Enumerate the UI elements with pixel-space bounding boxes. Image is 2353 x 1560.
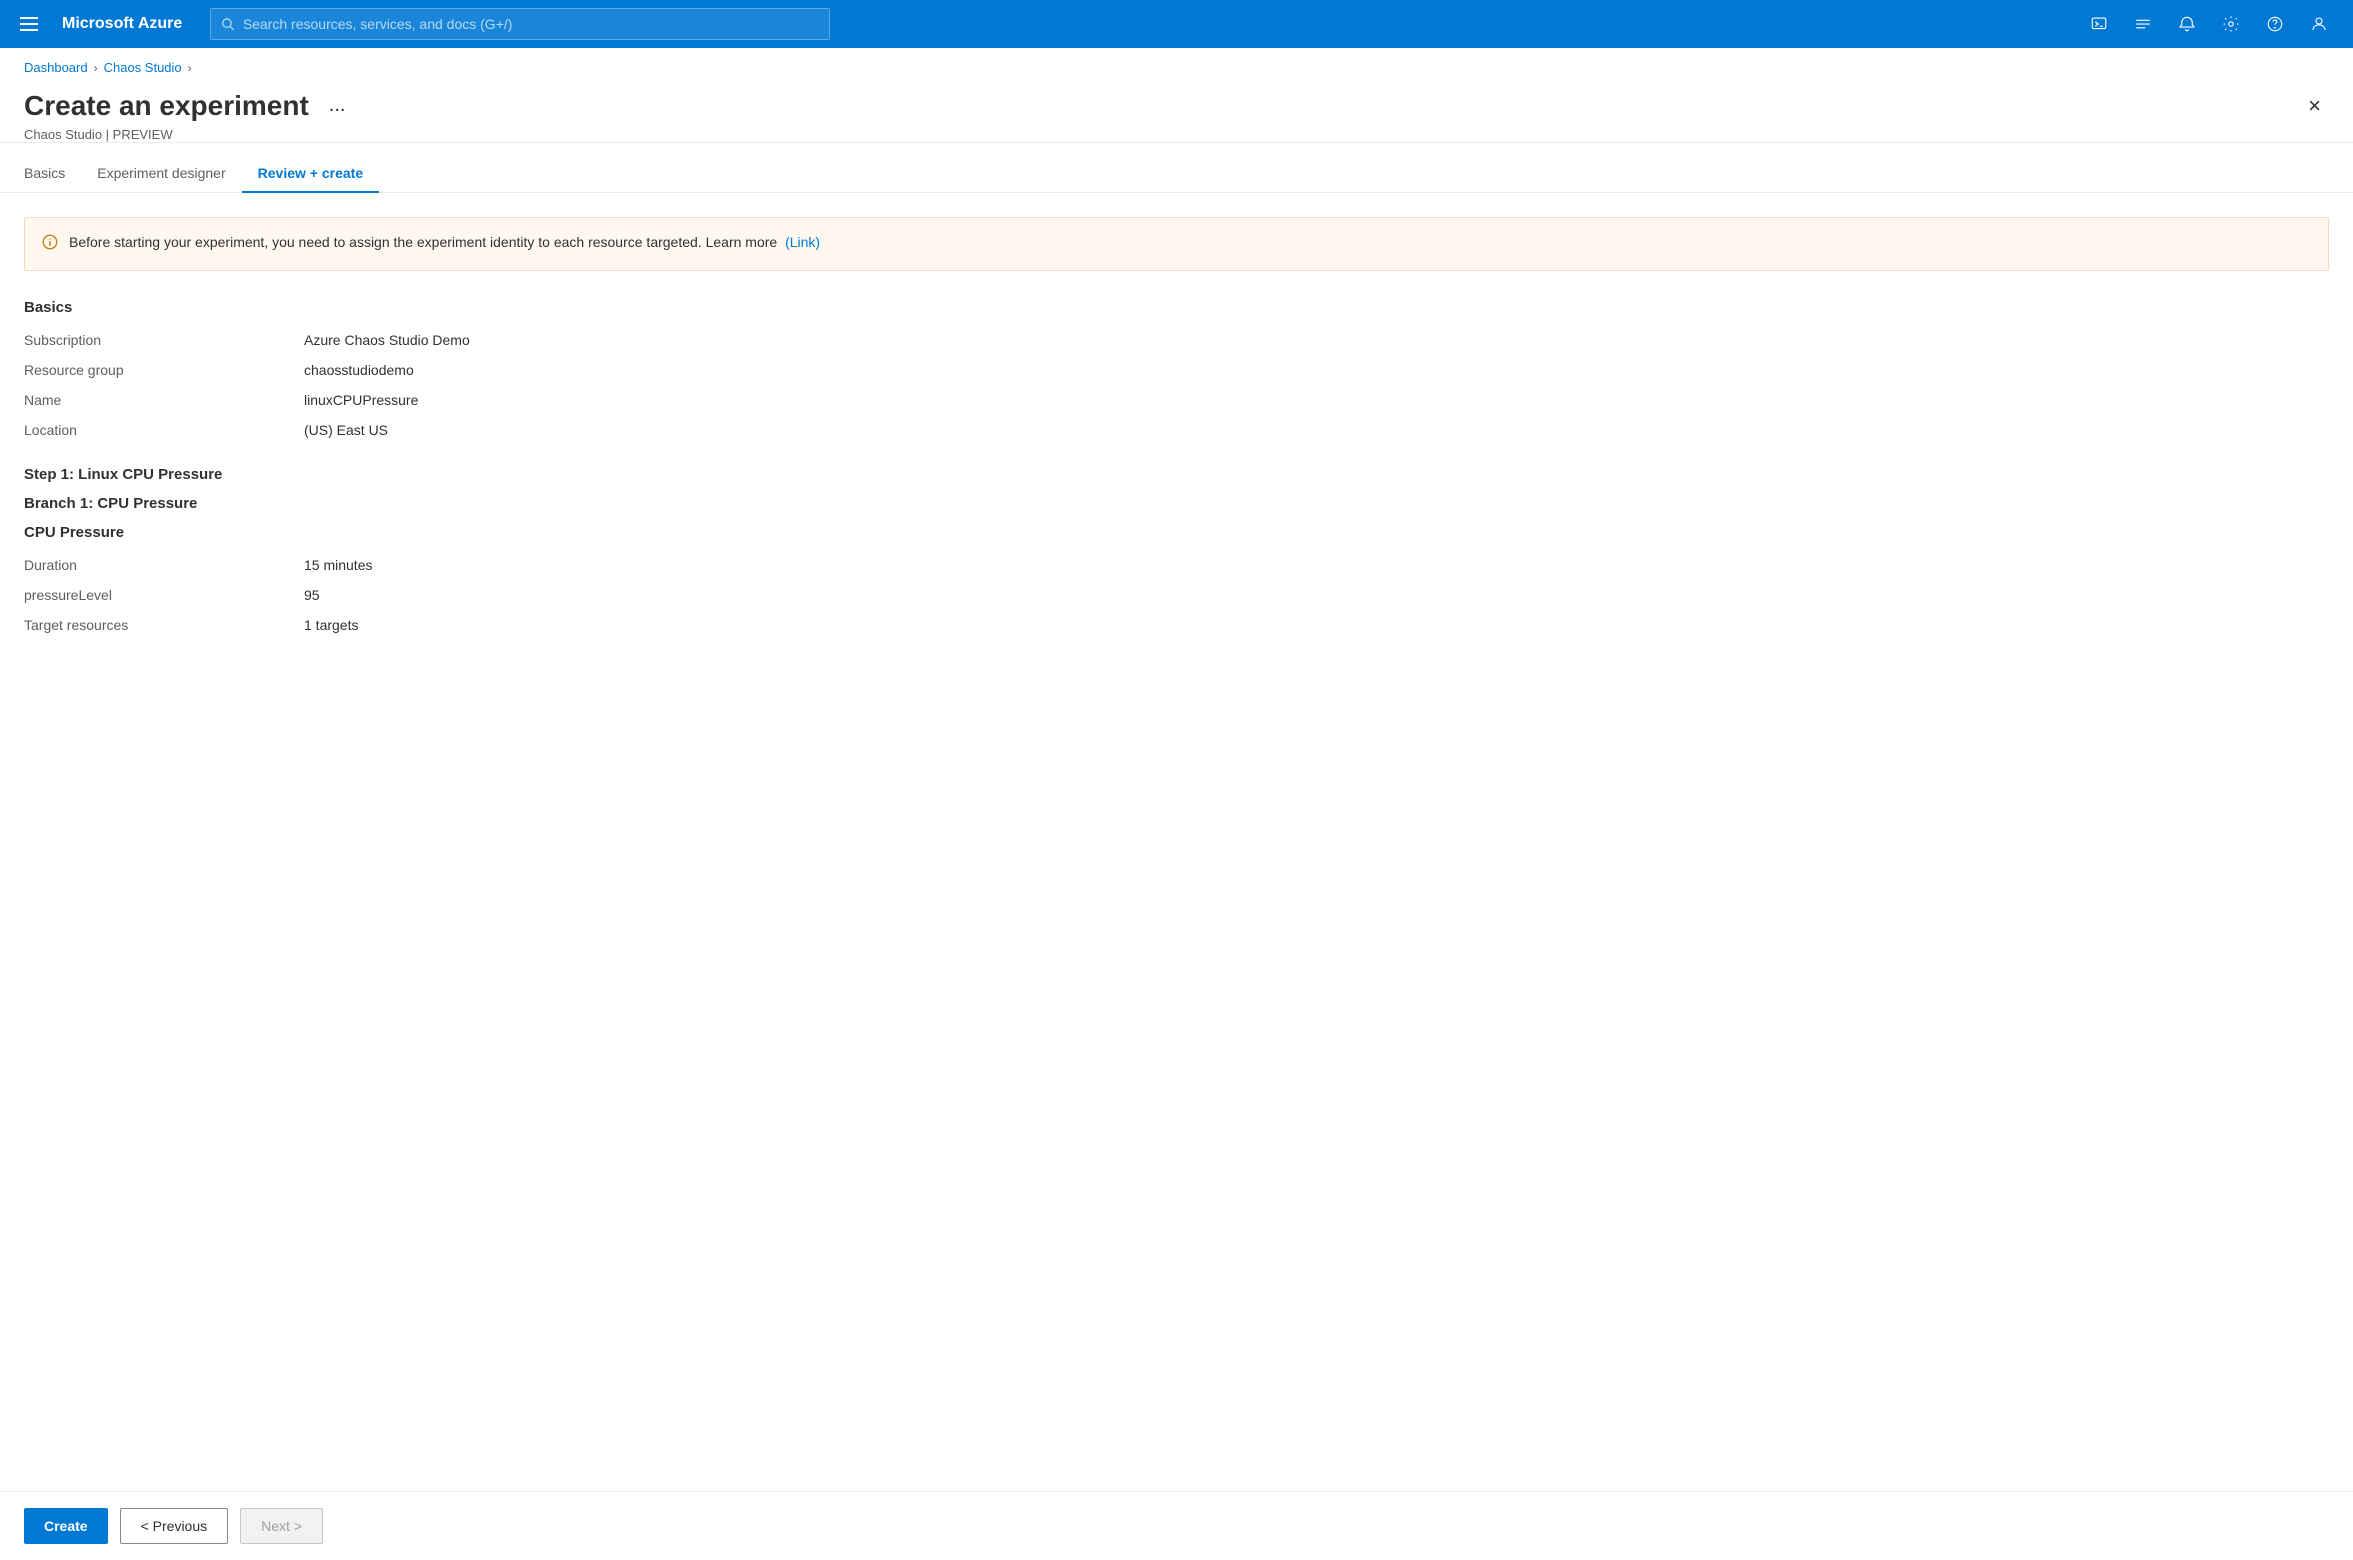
duration-label: Duration	[24, 557, 304, 573]
directory-icon[interactable]	[2125, 6, 2161, 42]
pressure-level-value: 95	[304, 587, 2329, 603]
page-subtitle: Chaos Studio | PREVIEW	[24, 127, 2288, 142]
step-title: Step 1: Linux CPU Pressure	[24, 466, 2329, 483]
azure-logo: Microsoft Azure	[62, 15, 182, 33]
tab-review-create[interactable]: Review + create	[242, 155, 379, 193]
top-navigation: Microsoft Azure	[0, 0, 2353, 48]
basics-section-title: Basics	[24, 299, 2329, 316]
info-banner-link[interactable]: (Link)	[785, 234, 820, 250]
help-icon[interactable]	[2257, 6, 2293, 42]
breadcrumb: Dashboard › Chaos Studio ›	[0, 48, 2353, 81]
content-area: Before starting your experiment, you nee…	[0, 193, 2353, 1491]
target-resources-value: 1 targets	[304, 617, 2329, 633]
footer: Create < Previous Next >	[0, 1491, 2353, 1560]
branch-title: Branch 1: CPU Pressure	[24, 495, 2329, 512]
info-icon	[41, 233, 59, 256]
duration-value: 15 minutes	[304, 557, 2329, 573]
page-header-left: Create an experiment ... Chaos Studio | …	[24, 89, 2288, 142]
search-icon	[221, 17, 235, 31]
info-banner: Before starting your experiment, you nee…	[24, 217, 2329, 271]
pressure-level-label: pressureLevel	[24, 587, 304, 603]
basics-detail-grid: Subscription Azure Chaos Studio Demo Res…	[24, 332, 2329, 438]
resource-group-value: chaosstudiodemo	[304, 362, 2329, 378]
breadcrumb-sep-1: ›	[94, 61, 98, 75]
location-value: (US) East US	[304, 422, 2329, 438]
search-input[interactable]	[243, 16, 820, 32]
resource-group-label: Resource group	[24, 362, 304, 378]
target-resources-label: Target resources	[24, 617, 304, 633]
breadcrumb-chaos-studio[interactable]: Chaos Studio	[104, 60, 182, 75]
previous-button[interactable]: < Previous	[120, 1508, 229, 1544]
tab-basics[interactable]: Basics	[24, 155, 81, 193]
tabs-bar: Basics Experiment designer Review + crea…	[0, 155, 2353, 193]
breadcrumb-sep-2: ›	[188, 61, 192, 75]
page-header: Create an experiment ... Chaos Studio | …	[0, 81, 2353, 143]
breadcrumb-dashboard[interactable]: Dashboard	[24, 60, 88, 75]
subscription-value: Azure Chaos Studio Demo	[304, 332, 2329, 348]
close-button[interactable]: ×	[2300, 89, 2329, 123]
name-value: linuxCPUPressure	[304, 392, 2329, 408]
nav-icons	[2081, 6, 2337, 42]
hamburger-menu[interactable]	[16, 13, 42, 35]
tab-experiment-designer[interactable]: Experiment designer	[81, 155, 241, 193]
location-label: Location	[24, 422, 304, 438]
main-wrapper: Dashboard › Chaos Studio › Create an exp…	[0, 48, 2353, 1560]
next-button: Next >	[240, 1508, 323, 1544]
fault-title: CPU Pressure	[24, 524, 2329, 541]
name-label: Name	[24, 392, 304, 408]
page-title: Create an experiment	[24, 89, 309, 123]
terminal-icon[interactable]	[2081, 6, 2117, 42]
ellipsis-button[interactable]: ...	[321, 90, 354, 121]
subscription-label: Subscription	[24, 332, 304, 348]
info-banner-text: Before starting your experiment, you nee…	[69, 232, 820, 253]
create-button[interactable]: Create	[24, 1508, 108, 1544]
search-bar[interactable]	[210, 8, 830, 40]
profile-icon[interactable]	[2301, 6, 2337, 42]
settings-icon[interactable]	[2213, 6, 2249, 42]
notification-icon[interactable]	[2169, 6, 2205, 42]
fault-detail-grid: Duration 15 minutes pressureLevel 95 Tar…	[24, 557, 2329, 633]
